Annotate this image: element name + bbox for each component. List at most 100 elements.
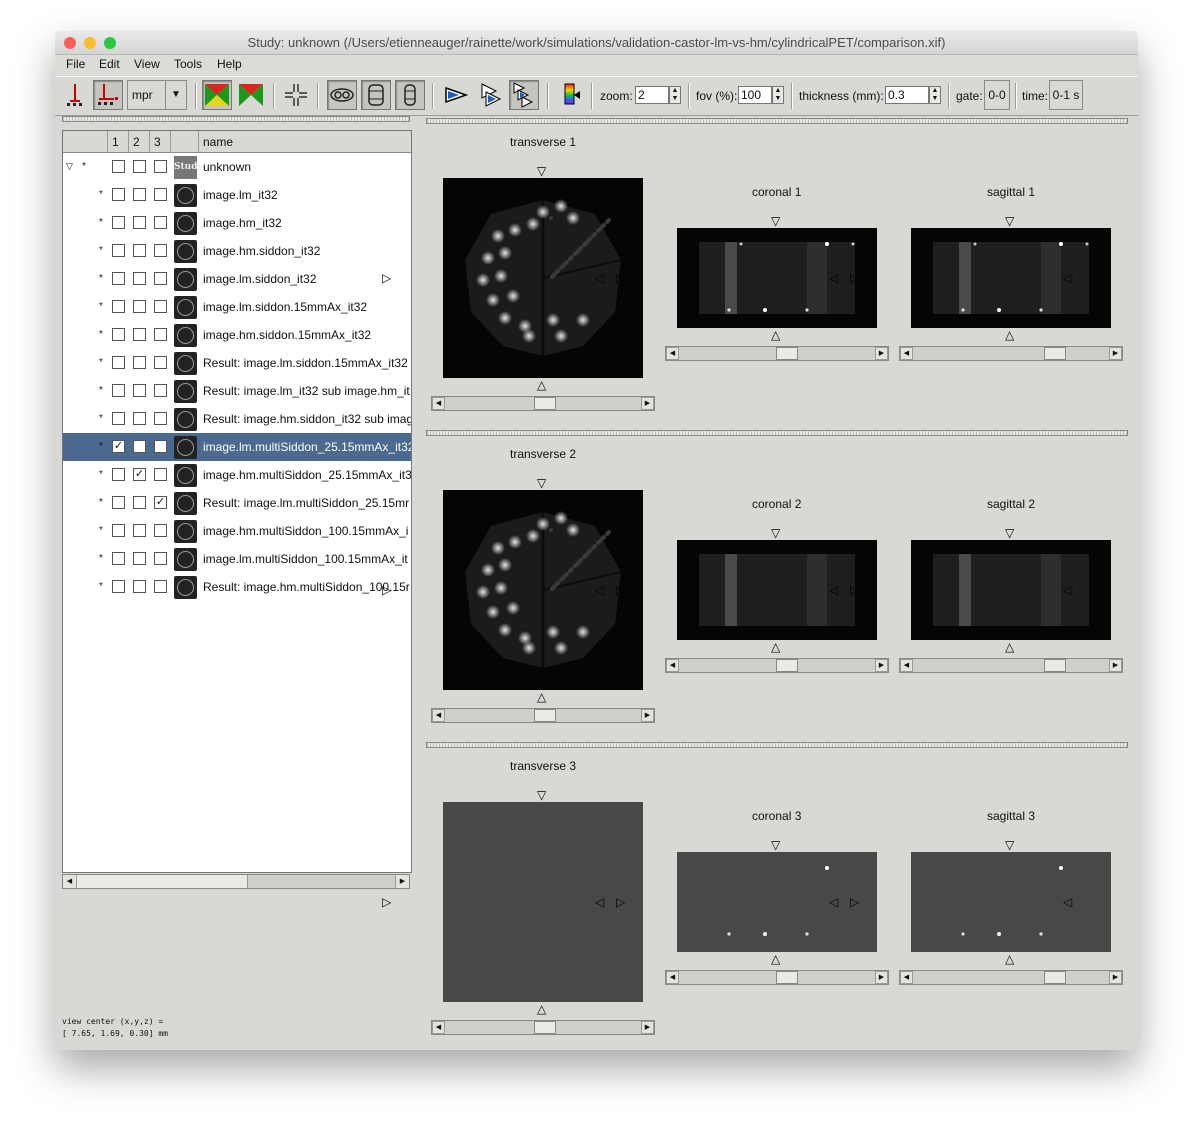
sagittal-left-marker-icon[interactable]: ▷: [850, 896, 859, 908]
slice-slider[interactable]: ◀ ▶: [431, 396, 655, 411]
study-checkbox-3[interactable]: [154, 160, 167, 173]
sagittal-canvas[interactable]: [911, 852, 1111, 952]
slider-knob[interactable]: [776, 347, 798, 360]
transverse-bottom-marker-icon[interactable]: △: [537, 691, 546, 703]
panel-divider[interactable]: [62, 116, 410, 122]
transverse-canvas[interactable]: [443, 802, 643, 1002]
slider-knob[interactable]: [1044, 971, 1066, 984]
menu-edit[interactable]: Edit: [99, 57, 120, 71]
sagittal-canvas[interactable]: [911, 540, 1111, 640]
slider-knob[interactable]: [534, 709, 556, 722]
row-checkbox-2[interactable]: [133, 384, 146, 397]
header-view-2[interactable]: 2: [129, 131, 150, 152]
view-coronal-icon[interactable]: [361, 80, 391, 110]
zoom-input[interactable]: 2: [635, 86, 669, 104]
row-checkbox-2[interactable]: [133, 216, 146, 229]
view-transverse-icon[interactable]: [327, 80, 357, 110]
slider-knob[interactable]: [776, 659, 798, 672]
row-divider[interactable]: [426, 118, 1128, 124]
menu-help[interactable]: Help: [217, 57, 242, 71]
coronal-bottom-marker-icon[interactable]: △: [771, 329, 780, 341]
layout-mpr-icon[interactable]: [509, 80, 539, 110]
collapse-triangle-icon[interactable]: ▽: [66, 161, 73, 172]
sagittal-left-marker-icon[interactable]: ▷: [850, 584, 859, 596]
transverse-bottom-marker-icon[interactable]: △: [537, 1003, 546, 1015]
list-item[interactable]: * Result: image.hm.multiSiddon_100.15r: [63, 573, 411, 601]
transverse-left-marker-icon[interactable]: ▷: [382, 584, 391, 596]
row-checkbox-3[interactable]: [154, 384, 167, 397]
slider-right-arrow-icon[interactable]: ▶: [875, 971, 888, 984]
menu-file[interactable]: File: [66, 57, 85, 71]
coronal-right-marker-icon[interactable]: ◁: [829, 584, 838, 596]
row-checkbox-3[interactable]: [154, 356, 167, 369]
list-horizontal-scrollbar[interactable]: ◀ ▶: [62, 874, 410, 889]
row-checkbox-2[interactable]: [133, 356, 146, 369]
transverse-right-marker-icon[interactable]: ◁: [595, 584, 604, 596]
row-checkbox-3[interactable]: [154, 580, 167, 593]
coronal-top-marker-icon[interactable]: ▽: [771, 527, 780, 539]
sagittal-right-marker-icon[interactable]: ◁: [1063, 272, 1072, 284]
row-checkbox-2[interactable]: [133, 300, 146, 313]
list-item[interactable]: * ✓ image.lm.multiSiddon_25.15mmAx_it32: [63, 433, 411, 461]
slider-right-arrow-icon[interactable]: ▶: [875, 347, 888, 360]
row-divider[interactable]: [426, 430, 1128, 436]
row-checkbox-3[interactable]: [154, 524, 167, 537]
slider-right-arrow-icon[interactable]: ▶: [875, 659, 888, 672]
slice-slider[interactable]: ◀ ▶: [899, 346, 1123, 361]
linked-view-icon[interactable]: [93, 80, 123, 110]
sagittal-right-marker-icon[interactable]: ◁: [1063, 896, 1072, 908]
coronal-top-marker-icon[interactable]: ▽: [771, 839, 780, 851]
row-checkbox-1[interactable]: [112, 496, 125, 509]
header-view-3[interactable]: 3: [150, 131, 171, 152]
row-checkbox-2[interactable]: [133, 188, 146, 201]
layout-linked-icon[interactable]: [475, 80, 505, 110]
slider-knob[interactable]: [1044, 659, 1066, 672]
sagittal-left-marker-icon[interactable]: ▷: [850, 272, 859, 284]
transverse-bottom-marker-icon[interactable]: △: [537, 379, 546, 391]
transverse-top-marker-icon[interactable]: ▽: [537, 789, 546, 801]
crosshair-icon[interactable]: [281, 80, 311, 110]
transverse-top-marker-icon[interactable]: ▽: [537, 165, 546, 177]
row-checkbox-3[interactable]: [154, 328, 167, 341]
slider-right-arrow-icon[interactable]: ▶: [1109, 347, 1122, 360]
slider-left-arrow-icon[interactable]: ◀: [900, 347, 913, 360]
coronal-canvas[interactable]: [677, 540, 877, 640]
row-checkbox-3[interactable]: [154, 552, 167, 565]
layout-single-icon[interactable]: [441, 80, 471, 110]
sagittal-top-marker-icon[interactable]: ▽: [1005, 215, 1014, 227]
row-checkbox-2[interactable]: [133, 552, 146, 565]
row-checkbox-1[interactable]: [112, 356, 125, 369]
list-item[interactable]: * Result: image.hm.siddon_it32 sub imag: [63, 405, 411, 433]
row-checkbox-2[interactable]: [133, 412, 146, 425]
fuse-overlay-icon[interactable]: [236, 80, 266, 110]
slider-right-arrow-icon[interactable]: ▶: [641, 1021, 654, 1034]
zoom-spinner[interactable]: ▲ ▼: [669, 86, 681, 104]
row-checkbox-1[interactable]: [112, 216, 125, 229]
view-sagittal-icon[interactable]: [395, 80, 425, 110]
slice-slider[interactable]: ◀ ▶: [431, 1020, 655, 1035]
slider-knob[interactable]: [534, 397, 556, 410]
list-item[interactable]: * image.hm.siddon_it32: [63, 237, 411, 265]
slider-right-arrow-icon[interactable]: ▶: [641, 397, 654, 410]
colormap-icon[interactable]: [555, 80, 585, 110]
row-checkbox-3[interactable]: [154, 272, 167, 285]
row-checkbox-3[interactable]: [154, 244, 167, 257]
fov-spinner[interactable]: ▲ ▼: [772, 86, 784, 104]
list-item[interactable]: * image.lm.siddon.15mmAx_it32: [63, 293, 411, 321]
row-checkbox-1[interactable]: [112, 188, 125, 201]
row-checkbox-3[interactable]: [154, 468, 167, 481]
list-item[interactable]: * ✓ image.hm.multiSiddon_25.15mmAx_it3: [63, 461, 411, 489]
sagittal-bottom-marker-icon[interactable]: △: [1005, 953, 1014, 965]
list-item[interactable]: * image.lm.siddon_it32: [63, 265, 411, 293]
slice-slider[interactable]: ◀ ▶: [665, 970, 889, 985]
slider-left-arrow-icon[interactable]: ◀: [666, 347, 679, 360]
coronal-left-marker-icon[interactable]: ▷: [616, 896, 625, 908]
slider-left-arrow-icon[interactable]: ◀: [900, 659, 913, 672]
fov-input[interactable]: 100: [738, 86, 772, 104]
sagittal-top-marker-icon[interactable]: ▽: [1005, 527, 1014, 539]
list-item[interactable]: * image.lm.multiSiddon_100.15mmAx_it: [63, 545, 411, 573]
slice-slider[interactable]: ◀ ▶: [899, 658, 1123, 673]
list-item[interactable]: * image.hm.siddon.15mmAx_it32: [63, 321, 411, 349]
list-item[interactable]: * Result: image.lm_it32 sub image.hm_it: [63, 377, 411, 405]
row-checkbox-1[interactable]: [112, 300, 125, 313]
